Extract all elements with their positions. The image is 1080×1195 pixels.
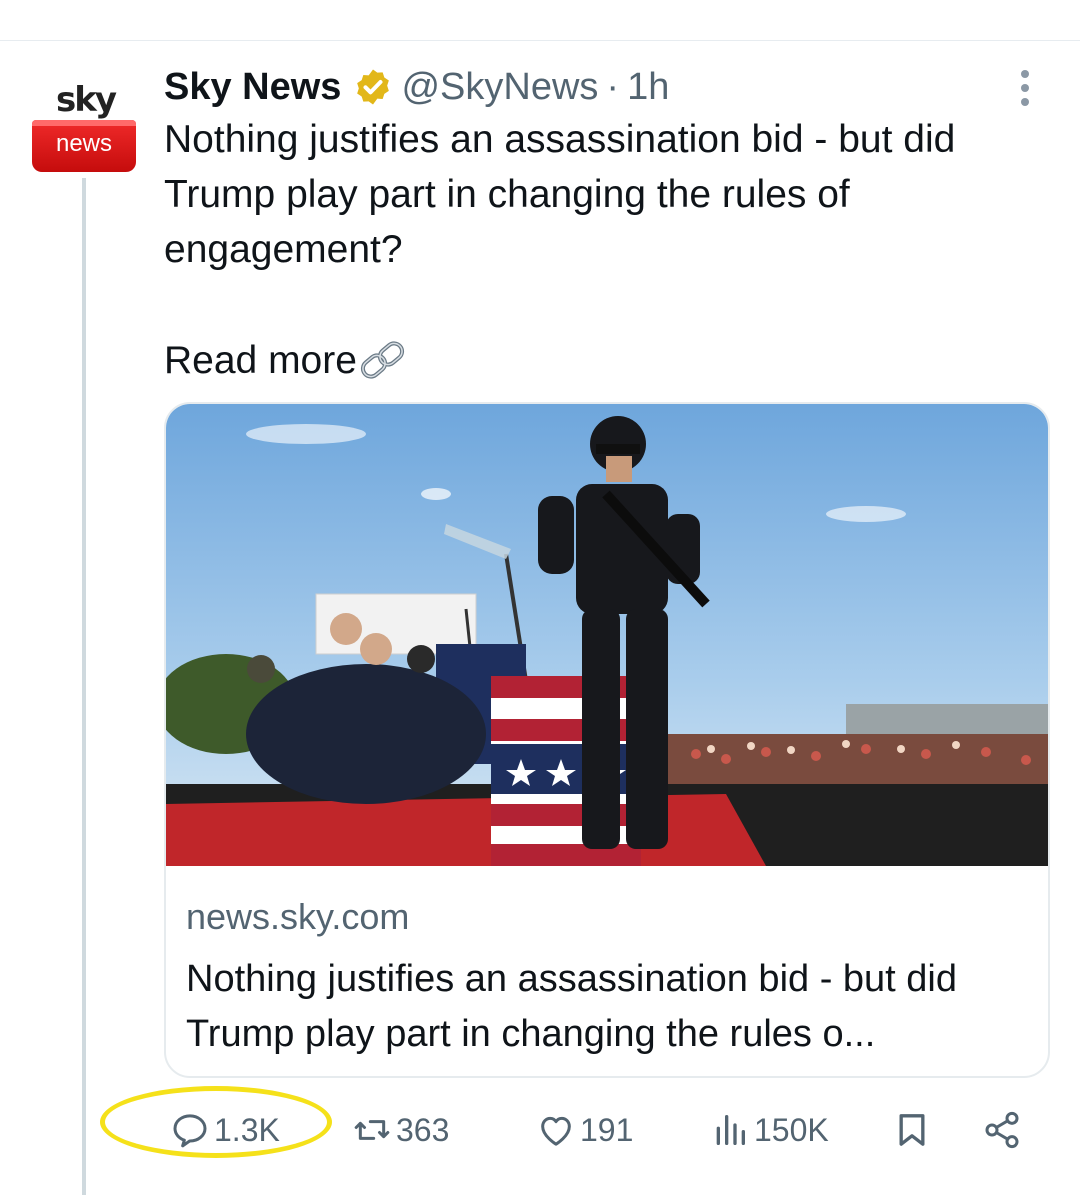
more-options-icon[interactable]: [1014, 70, 1036, 110]
views-chart-icon: [716, 1115, 745, 1145]
card-image[interactable]: [166, 404, 1048, 866]
reply-count: 1.3K: [214, 1111, 280, 1148]
heart-icon: [541, 1116, 571, 1146]
tweet-header: Sky News @SkyNews · 1h: [164, 62, 669, 112]
views-button[interactable]: 150K: [710, 1108, 829, 1152]
reply-icon: [173, 1114, 207, 1148]
views-count: 150K: [754, 1111, 829, 1148]
tweet-text: Nothing justifies an assassination bid -…: [164, 118, 956, 271]
share-button[interactable]: [982, 1108, 1026, 1152]
top-divider: [0, 40, 1080, 41]
display-name[interactable]: Sky News: [164, 66, 341, 109]
handle[interactable]: @SkyNews: [401, 66, 598, 109]
link-chain-icon: [360, 340, 405, 379]
card-domain[interactable]: news.sky.com: [186, 896, 409, 938]
repost-button[interactable]: 363: [352, 1108, 449, 1152]
card-title[interactable]: Nothing justifies an assassination bid -…: [186, 952, 1036, 1062]
reply-button[interactable]: 1.3K: [170, 1108, 280, 1152]
like-button[interactable]: 191: [536, 1108, 633, 1152]
timestamp[interactable]: 1h: [627, 66, 669, 109]
avatar-news-text: news: [32, 120, 136, 172]
bookmark-icon: [899, 1114, 925, 1146]
separator-dot: ·: [606, 65, 620, 108]
read-more-line: Read more: [164, 333, 409, 388]
link-card[interactable]: news.sky.com Nothing justifies an assass…: [164, 402, 1050, 1078]
avatar[interactable]: sky news: [30, 80, 138, 174]
avatar-sky-text: sky: [56, 80, 117, 120]
repost-count: 363: [396, 1111, 450, 1148]
bookmark-button[interactable]: [892, 1108, 936, 1152]
verified-badge-icon[interactable]: [353, 67, 393, 107]
like-count: 191: [580, 1111, 634, 1148]
repost-icon: [354, 1120, 390, 1140]
share-icon: [985, 1111, 1019, 1149]
read-more-text: Read more: [164, 339, 357, 382]
thread-line: [82, 178, 86, 1195]
action-bar: 1.3K 363 191 150K: [0, 1090, 1080, 1170]
